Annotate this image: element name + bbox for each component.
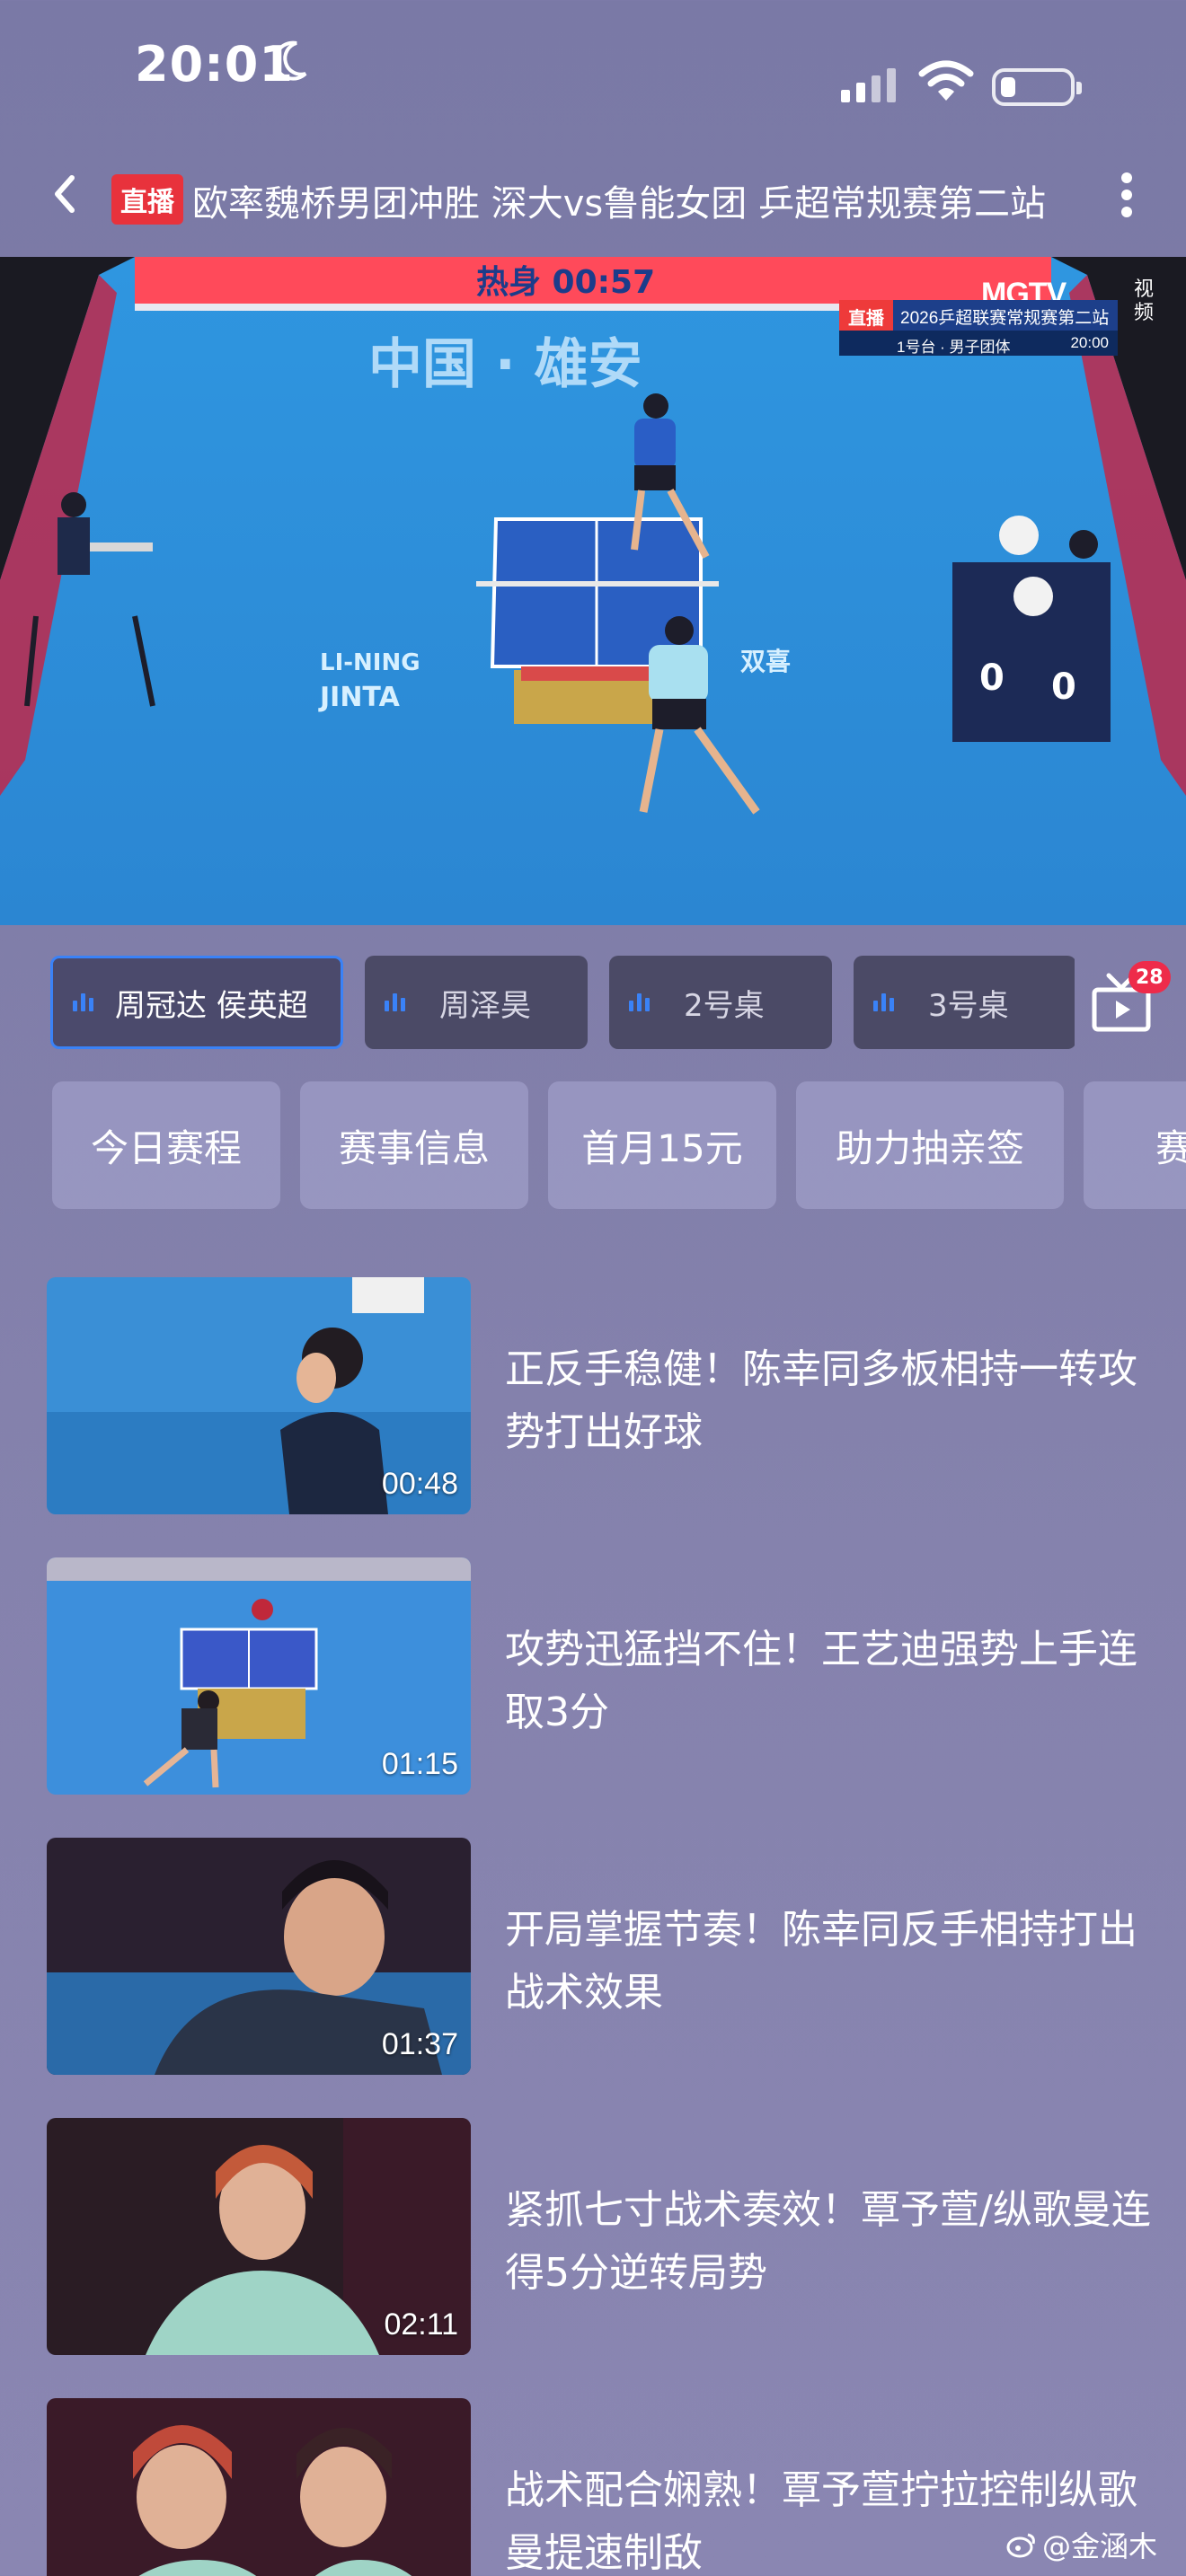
video-thumbnail[interactable]: 01:15 — [47, 1557, 471, 1795]
camera-chip-1[interactable]: 周冠达 侯英超 — [50, 956, 343, 1049]
wifi-icon — [918, 60, 974, 101]
camera-chip-3[interactable]: 2号桌 — [609, 956, 832, 1049]
overlay-time: 20:00 — [1070, 334, 1109, 351]
video-title[interactable]: 攻势迅猛挡不住！王艺迪强势上手连取3分 — [505, 1619, 1152, 1744]
page-title: 欧率魏桥男团冲胜 深大vs鲁能女团 乒超常规赛第二站 — [192, 183, 1046, 225]
list-item[interactable]: 00:48 正反手稳健！陈幸同多板相持一转攻势打出好球 — [47, 1277, 1161, 1514]
list-item[interactable]: 02:11 紧抓七寸战术奏效！覃予萱/纵歌曼连得5分逆转局势 — [47, 2118, 1161, 2355]
video-title[interactable]: 正反手稳健！陈幸同多板相持一转攻势打出好球 — [505, 1338, 1152, 1464]
audio-bars-icon — [629, 993, 650, 1011]
chip-label: 周泽昊 — [439, 987, 531, 1024]
list-item[interactable]: 战术配合娴熟！覃予萱拧拉控制纵歌曼提速制敌 — [47, 2398, 1161, 2576]
camera-chip-4[interactable]: 3号桌 — [854, 956, 1075, 1049]
list-item[interactable]: 01:15 攻势迅猛挡不住！王艺迪强势上手连取3分 — [47, 1557, 1161, 1795]
video-thumbnail[interactable]: 00:48 — [47, 1277, 471, 1514]
video-duration: 01:37 — [381, 2027, 458, 2061]
overlay-title: 2026乒超联赛常规赛第二站 — [893, 300, 1118, 331]
thumbnail-image — [47, 2398, 471, 2576]
audio-bars-icon — [873, 993, 894, 1011]
svg-text:0: 0 — [979, 657, 1005, 699]
pill-schedule[interactable]: 今日赛程 — [52, 1081, 280, 1209]
audio-bars-icon — [385, 993, 405, 1011]
list-item[interactable]: 01:37 开局掌握节奏！陈幸同反手相持打出战术效果 — [47, 1838, 1161, 2075]
dot-icon — [1121, 207, 1132, 217]
svg-text:0: 0 — [1051, 666, 1076, 708]
live-title-marquee: 直播 欧率魏桥男团冲胜 深大vs鲁能女团 乒超常规赛第二站 — [111, 162, 1073, 234]
video-duration: 00:48 — [381, 1467, 458, 1501]
svg-text:双喜: 双喜 — [740, 647, 791, 676]
video-thumbnail[interactable]: 01:37 — [47, 1838, 471, 2075]
video-thumbnail[interactable] — [47, 2398, 471, 2576]
svg-text:JINTA: JINTA — [318, 682, 401, 713]
pill-lucky-draw[interactable]: 助力抽亲签 — [796, 1081, 1064, 1209]
pill-first-month[interactable]: 首月15元 — [548, 1081, 776, 1209]
video-duration: 02:11 — [384, 2307, 458, 2342]
audio-bars-icon — [73, 993, 93, 1011]
video-player[interactable]: 热身 00:57 中国 · 雄安 0 0 LI-NING JINTA 双喜 MG… — [0, 257, 1186, 925]
chip-label: 周冠达 侯英超 — [115, 987, 308, 1024]
weibo-icon — [1006, 2533, 1035, 2558]
overlay-table: 1号台 · 男子团体 — [897, 339, 1011, 356]
watermark-text: @金涵木 — [1042, 2529, 1158, 2563]
pill-event-info[interactable]: 赛事信息 — [300, 1081, 528, 1209]
brand-sub: 视频 — [1134, 278, 1155, 324]
video-title[interactable]: 紧抓七寸战术奏效！覃予萱/纵歌曼连得5分逆转局势 — [505, 2179, 1152, 2305]
back-button[interactable] — [40, 167, 93, 221]
dot-icon — [1121, 190, 1132, 200]
svg-text:LI-NING: LI-NING — [320, 649, 420, 676]
svg-text:热身 00:57: 热身 00:57 — [476, 264, 655, 301]
header: 直播 欧率魏桥男团冲胜 深大vs鲁能女团 乒超常规赛第二站 — [0, 153, 1186, 243]
live-badge: 直播 — [111, 174, 183, 225]
status-bar: 20:01 — [0, 0, 1186, 135]
svg-text:中国 · 雄安: 中国 · 雄安 — [368, 333, 642, 396]
overlay-live-tag: 直播 — [839, 300, 893, 331]
chip-label: 2号桌 — [684, 987, 765, 1024]
notification-badge: 28 — [1128, 961, 1171, 993]
cellular-signal-icon — [841, 68, 896, 102]
pill-more[interactable]: 赛 — [1084, 1081, 1186, 1209]
camera-chip-row: 周冠达 侯英超 周泽昊 2号桌 3号桌 — [50, 956, 1075, 1049]
moon-icon — [273, 40, 307, 81]
video-title[interactable]: 开局掌握节奏！陈幸同反手相持打出战术效果 — [505, 1899, 1152, 2025]
video-thumbnail[interactable]: 02:11 — [47, 2118, 471, 2355]
video-duration: 01:15 — [381, 1747, 458, 1781]
more-options-button[interactable] — [1111, 163, 1143, 226]
camera-chip-2[interactable]: 周泽昊 — [365, 956, 588, 1049]
score-overlay: 直播 2026乒超联赛常规赛第二站 1号台 · 男子团体 20:00 — [839, 300, 1118, 357]
chip-label: 3号桌 — [928, 987, 1009, 1024]
tag-pill-row: 今日赛程 赛事信息 首月15元 助力抽亲签 赛 — [52, 1081, 1186, 1209]
dot-icon — [1121, 172, 1132, 183]
battery-icon — [992, 68, 1082, 106]
watermark: @金涵木 — [1006, 2524, 1157, 2565]
